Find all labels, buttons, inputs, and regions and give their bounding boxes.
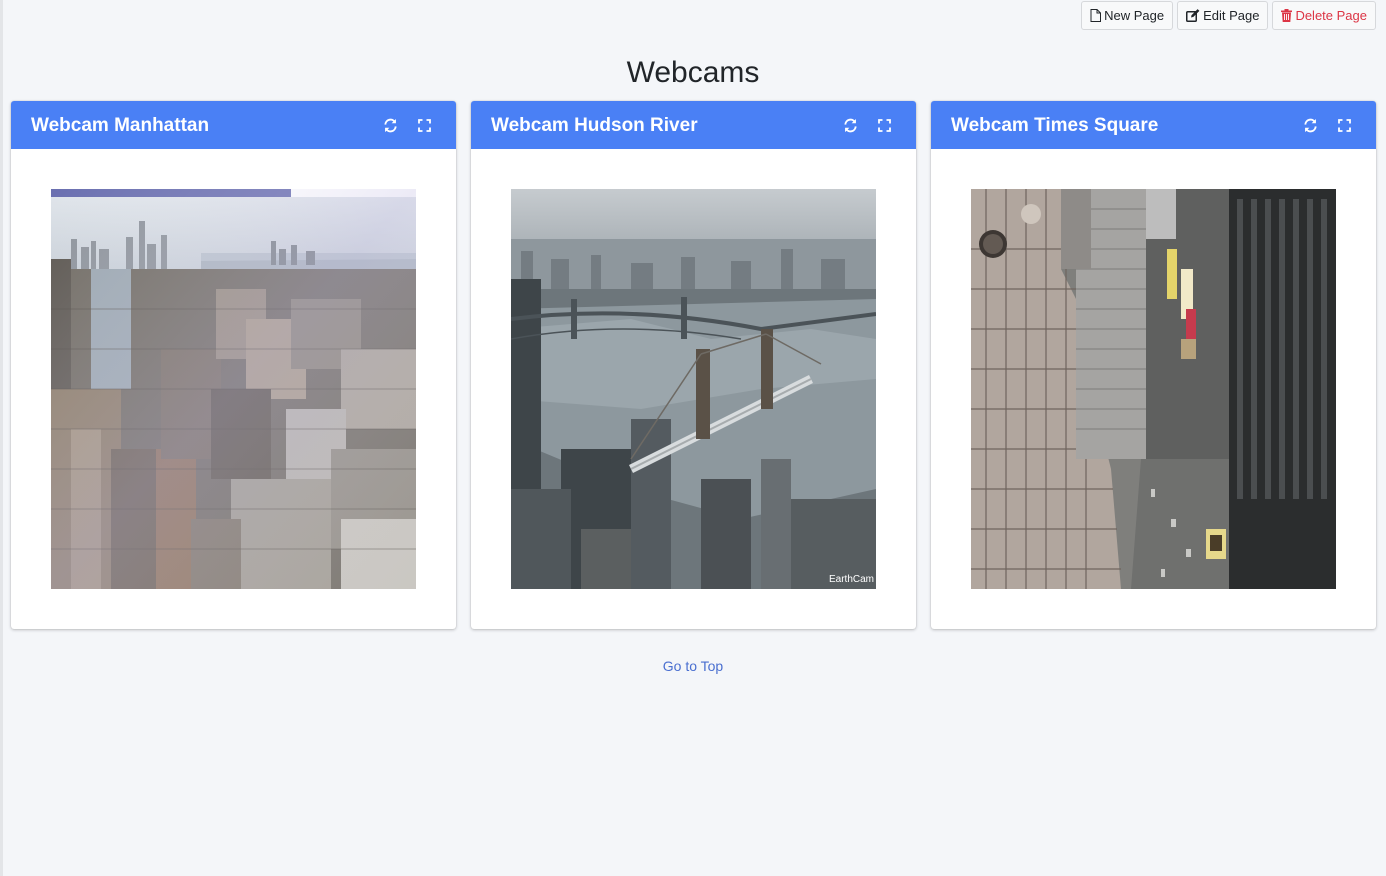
webcam-image-hudson-river[interactable]: EarthCam: [511, 189, 876, 589]
expand-icon[interactable]: [875, 116, 893, 134]
card-title: Webcam Manhattan: [31, 114, 210, 136]
earthcam-watermark: EarthCam: [829, 574, 874, 585]
card-body: EarthCam: [471, 149, 916, 629]
new-page-label: New Page: [1104, 8, 1165, 23]
edit-page-label: Edit Page: [1203, 8, 1260, 23]
edit-icon: [1186, 9, 1200, 22]
new-page-button[interactable]: New Page: [1081, 1, 1174, 30]
webcam-image-manhattan[interactable]: [51, 189, 416, 589]
card-title: Webcam Hudson River: [491, 114, 698, 136]
card-header: Webcam Times Square: [931, 101, 1376, 149]
go-to-top-link[interactable]: Go to Top: [0, 658, 1386, 674]
card-header: Webcam Hudson River: [471, 101, 916, 149]
card-body: [11, 149, 456, 629]
webcam-cards: Webcam Manhattan Webcam Hudson River Ear…: [11, 101, 1376, 629]
refresh-icon[interactable]: [1301, 116, 1319, 134]
edit-page-button[interactable]: Edit Page: [1177, 1, 1269, 30]
trash-icon: [1281, 9, 1293, 22]
file-icon: [1090, 9, 1102, 22]
card-header: Webcam Manhattan: [11, 101, 456, 149]
card-tools: [1301, 116, 1353, 134]
delete-page-label: Delete Page: [1295, 8, 1367, 23]
card-tools: [381, 116, 433, 134]
page-toolbar: New Page Edit Page Delete Page: [1081, 1, 1376, 30]
delete-page-button[interactable]: Delete Page: [1272, 1, 1376, 30]
webcam-card-manhattan: Webcam Manhattan: [11, 101, 456, 629]
page-title: Webcams: [626, 56, 760, 89]
card-body: [931, 149, 1376, 629]
webcam-image-times-square[interactable]: [971, 189, 1336, 589]
expand-icon[interactable]: [1335, 116, 1353, 134]
expand-icon[interactable]: [415, 116, 433, 134]
refresh-icon[interactable]: [841, 116, 859, 134]
webcam-card-hudson-river: Webcam Hudson River EarthCam: [471, 101, 916, 629]
left-edge: [0, 0, 3, 876]
page: New Page Edit Page Delete Page Webcams W…: [0, 0, 1386, 876]
webcam-card-times-square: Webcam Times Square: [931, 101, 1376, 629]
refresh-icon[interactable]: [381, 116, 399, 134]
card-tools: [841, 116, 893, 134]
card-title: Webcam Times Square: [951, 114, 1159, 136]
